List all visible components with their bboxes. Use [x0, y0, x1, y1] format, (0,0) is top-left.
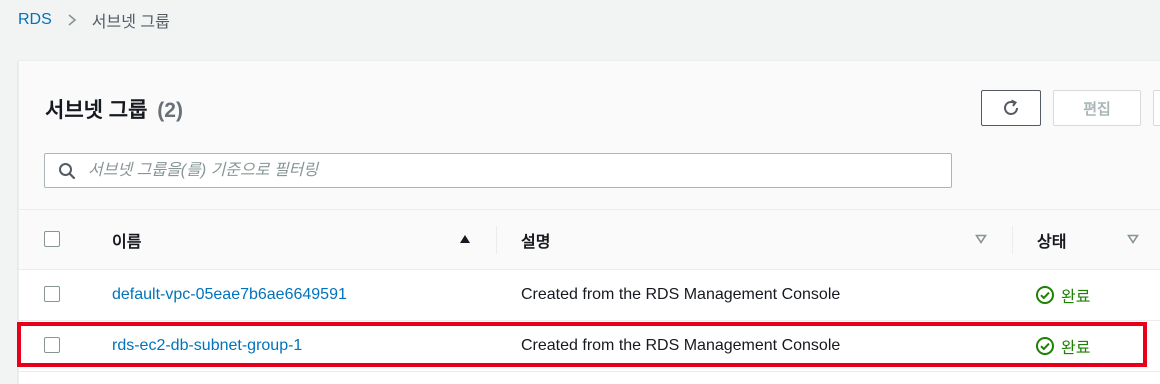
column-divider [1012, 226, 1013, 254]
breadcrumb: RDS 서브넷 그룹 [18, 9, 170, 31]
search-icon [58, 162, 76, 180]
caret-up-icon[interactable] [459, 234, 471, 244]
row-description: Created from the RDS Management Console [521, 286, 841, 303]
select-all-checkbox[interactable] [44, 231, 60, 247]
refresh-button[interactable] [981, 90, 1041, 126]
subnet-group-name-link[interactable]: rds-ec2-db-subnet-group-1 [112, 337, 302, 355]
table-row: rds-ec2-db-subnet-group-1 Created from t… [19, 321, 1160, 372]
panel-header: 서브넷 그룹 (2) 편집 [19, 61, 1160, 210]
breadcrumb-rds-link[interactable]: RDS [18, 11, 52, 29]
table-row: default-vpc-05eae7b6ae6649591 Created fr… [19, 270, 1160, 321]
row-checkbox[interactable] [44, 337, 60, 353]
check-circle-icon [1035, 336, 1055, 356]
panel-title-text: 서브넷 그룹 [45, 99, 148, 122]
refresh-icon [1001, 98, 1021, 118]
column-header-description[interactable]: 설명 [521, 210, 550, 269]
status-text: 완료 [1061, 289, 1091, 306]
chevron-right-icon [66, 14, 78, 26]
subnet-groups-panel: 서브넷 그룹 (2) 편집 이름 [18, 60, 1160, 384]
status-badge: 완료 [1035, 270, 1090, 320]
column-divider [496, 226, 497, 254]
column-header-name[interactable]: 이름 [112, 210, 141, 269]
search-input[interactable] [86, 160, 910, 181]
row-description: Created from the RDS Management Console [521, 337, 841, 354]
caret-down-outline-icon[interactable] [1127, 234, 1139, 244]
column-header-status[interactable]: 상태 [1037, 210, 1066, 269]
row-checkbox[interactable] [44, 286, 60, 302]
check-circle-icon [1035, 285, 1055, 305]
edit-button[interactable]: 편집 [1053, 90, 1141, 126]
page-title: 서브넷 그룹 (2) [45, 94, 183, 124]
status-badge: 완료 [1035, 321, 1090, 371]
table-header: 이름 설명 상태 [19, 210, 1160, 270]
subnet-group-name-link[interactable]: default-vpc-05eae7b6ae6649591 [112, 286, 347, 304]
search-field [44, 153, 952, 188]
caret-down-outline-icon[interactable] [975, 234, 987, 244]
panel-count: (2) [157, 99, 183, 122]
more-actions-button[interactable] [1153, 90, 1160, 126]
status-text: 완료 [1061, 340, 1091, 357]
breadcrumb-current: 서브넷 그룹 [91, 14, 170, 31]
